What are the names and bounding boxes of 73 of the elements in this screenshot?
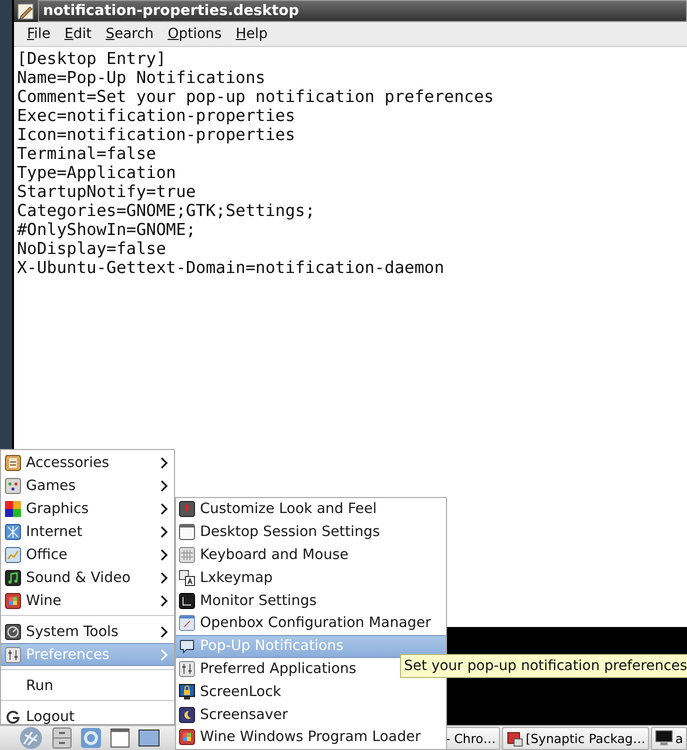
logout-icon bbox=[5, 708, 21, 724]
chevron-right-icon bbox=[160, 480, 168, 492]
text-line: Exec=notification-properties bbox=[17, 106, 296, 125]
text-line: NoDisplay=false bbox=[17, 239, 166, 258]
file-cabinet-icon[interactable] bbox=[52, 727, 72, 749]
text-line: Name=Pop-Up Notifications bbox=[17, 68, 266, 87]
window-icon bbox=[179, 524, 195, 540]
chevron-right-icon bbox=[160, 648, 168, 660]
desktop-icon[interactable] bbox=[138, 729, 160, 747]
text-line: Categories=GNOME;GTK;Settings; bbox=[17, 201, 316, 220]
menu-item[interactable]: Accessories bbox=[1, 451, 174, 474]
notepad-icon bbox=[17, 2, 35, 20]
window-settings-icon bbox=[179, 615, 195, 632]
menu-item[interactable]: Lxkeymap bbox=[176, 566, 446, 590]
rainbow-square-icon bbox=[5, 500, 21, 516]
text-line: X-Ubuntu-Gettext-Domain=notification-daemon bbox=[17, 258, 444, 277]
sliders-icon bbox=[5, 646, 21, 662]
chevron-right-icon bbox=[160, 594, 168, 606]
sliders-icon bbox=[179, 660, 195, 677]
menu-item[interactable]: Wine Windows Program Loader bbox=[176, 726, 446, 749]
keymap-icon bbox=[179, 570, 195, 586]
menu-item[interactable]: Games bbox=[1, 474, 174, 497]
flag-icon bbox=[5, 592, 21, 608]
taskbar-button[interactable]: a bbox=[651, 726, 687, 750]
menu-item[interactable]: Run bbox=[1, 674, 174, 697]
text-line: [Desktop Entry] bbox=[17, 49, 166, 68]
menu-item[interactable]: Options bbox=[160, 24, 229, 44]
menu-item[interactable]: Keyboard and Mouse bbox=[176, 544, 446, 566]
keyboard-icon bbox=[179, 546, 195, 563]
text-line: Terminal=false bbox=[17, 144, 156, 163]
menu-item[interactable]: Help bbox=[228, 24, 275, 44]
menu-item[interactable]: Screensaver bbox=[176, 703, 446, 726]
text-line: Icon=notification-properties bbox=[17, 125, 296, 144]
padlock-monitor-icon bbox=[179, 684, 195, 700]
tooltip: Set your pop-up notification preferences bbox=[400, 654, 687, 678]
window-title: notification-properties.desktop bbox=[38, 0, 687, 22]
menu-item[interactable]: Internet bbox=[1, 520, 174, 543]
menu-item[interactable]: Graphics bbox=[1, 497, 174, 520]
menu-item[interactable]: Monitor Settings bbox=[176, 589, 446, 612]
text-line: Comment=Set your pop-up notification preferences bbox=[17, 87, 494, 106]
chevron-right-icon bbox=[160, 456, 168, 468]
menu-item[interactable]: Openbox Configuration Manager bbox=[176, 612, 446, 635]
chevron-right-icon bbox=[160, 526, 168, 538]
moon-icon bbox=[179, 706, 195, 723]
chevron-right-icon bbox=[160, 626, 168, 638]
tie-icon bbox=[179, 501, 195, 518]
text-line: StartupNotify=true bbox=[17, 182, 196, 201]
menu-item[interactable]: Desktop Session Settings bbox=[176, 520, 446, 544]
chevron-right-icon bbox=[160, 502, 168, 514]
chevron-right-icon bbox=[160, 572, 168, 584]
window-icon[interactable] bbox=[110, 728, 130, 748]
calculator-icon bbox=[5, 454, 21, 470]
music-note-icon bbox=[5, 570, 21, 586]
chart-icon bbox=[5, 546, 21, 562]
speech-bubble-icon bbox=[179, 638, 195, 654]
menu-item[interactable]: Search bbox=[98, 24, 161, 44]
taskbar-button[interactable]: [Synaptic Packag… bbox=[502, 726, 650, 750]
gamepad-icon bbox=[5, 478, 21, 494]
text-line: Type=Application bbox=[17, 163, 176, 182]
menu-item[interactable]: File bbox=[20, 24, 58, 44]
chevron-right-icon bbox=[160, 548, 168, 560]
menu-item[interactable]: Customize Look and Feel bbox=[176, 498, 446, 521]
gauge-icon bbox=[5, 624, 21, 640]
menu-item[interactable]: Edit bbox=[57, 24, 99, 44]
menu-item[interactable]: ScreenLock bbox=[176, 680, 446, 704]
menu-item[interactable]: Office bbox=[1, 543, 174, 566]
menu-item[interactable]: Wine bbox=[1, 589, 174, 612]
package-box-icon bbox=[506, 729, 524, 747]
flag-icon bbox=[179, 729, 195, 746]
menu-item[interactable]: System Tools bbox=[1, 620, 174, 643]
text-line: #OnlyShowIn=GNOME; bbox=[17, 220, 196, 239]
menu-item[interactable]: Sound & Video bbox=[1, 566, 174, 589]
menu-item[interactable]: Logout bbox=[1, 705, 174, 728]
